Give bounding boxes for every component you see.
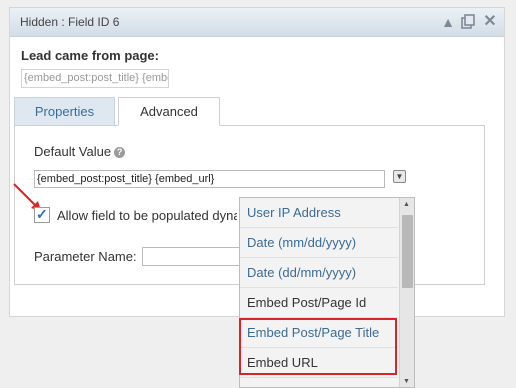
merge-tag-option[interactable]: User IP Address (240, 198, 398, 228)
annotation-highlight-box (239, 318, 397, 375)
parameter-name-input[interactable] (142, 247, 242, 266)
field-label: Lead came from page: (21, 48, 159, 63)
close-icon[interactable]: ✕ (482, 14, 498, 30)
default-value-label-text: Default Value (34, 144, 112, 159)
scroll-down-icon[interactable]: ▼ (403, 378, 410, 385)
duplicate-icon[interactable] (460, 14, 476, 30)
merge-tag-option[interactable]: Date (mm/dd/yyyy) (240, 228, 398, 258)
collapse-icon[interactable]: ▲ (440, 14, 456, 30)
merge-tag-option[interactable]: Date (dd/mm/yyyy) (240, 258, 398, 288)
merge-tag-selector-icon[interactable]: ▼ (393, 170, 406, 183)
panel-header: Hidden : Field ID 6 ▲ ✕ (10, 8, 504, 37)
checkmark-icon: ✓ (36, 206, 48, 222)
scrollbar-thumb[interactable] (402, 215, 413, 288)
default-value-label: Default Value? (34, 144, 126, 159)
tab-advanced[interactable]: Advanced (118, 97, 220, 126)
allow-populate-label: Allow field to be populated dynamically (57, 208, 237, 223)
help-icon[interactable]: ? (114, 147, 126, 158)
scroll-up-icon[interactable]: ▲ (403, 201, 410, 208)
panel-title: Hidden : Field ID 6 (20, 15, 120, 29)
allow-populate-checkbox[interactable]: ✓ (34, 206, 50, 223)
merge-tag-option[interactable]: Embed Post/Page Id (240, 288, 398, 318)
tab-properties[interactable]: Properties (14, 97, 115, 126)
dropdown-scrollbar[interactable]: ▲ ▼ (399, 198, 414, 387)
field-preview: {embed_post:post_title} {embed_url} (21, 69, 169, 88)
parameter-name-label: Parameter Name: (34, 249, 137, 264)
default-value-input[interactable]: {embed_post:post_title} {embed_url} (34, 170, 385, 188)
